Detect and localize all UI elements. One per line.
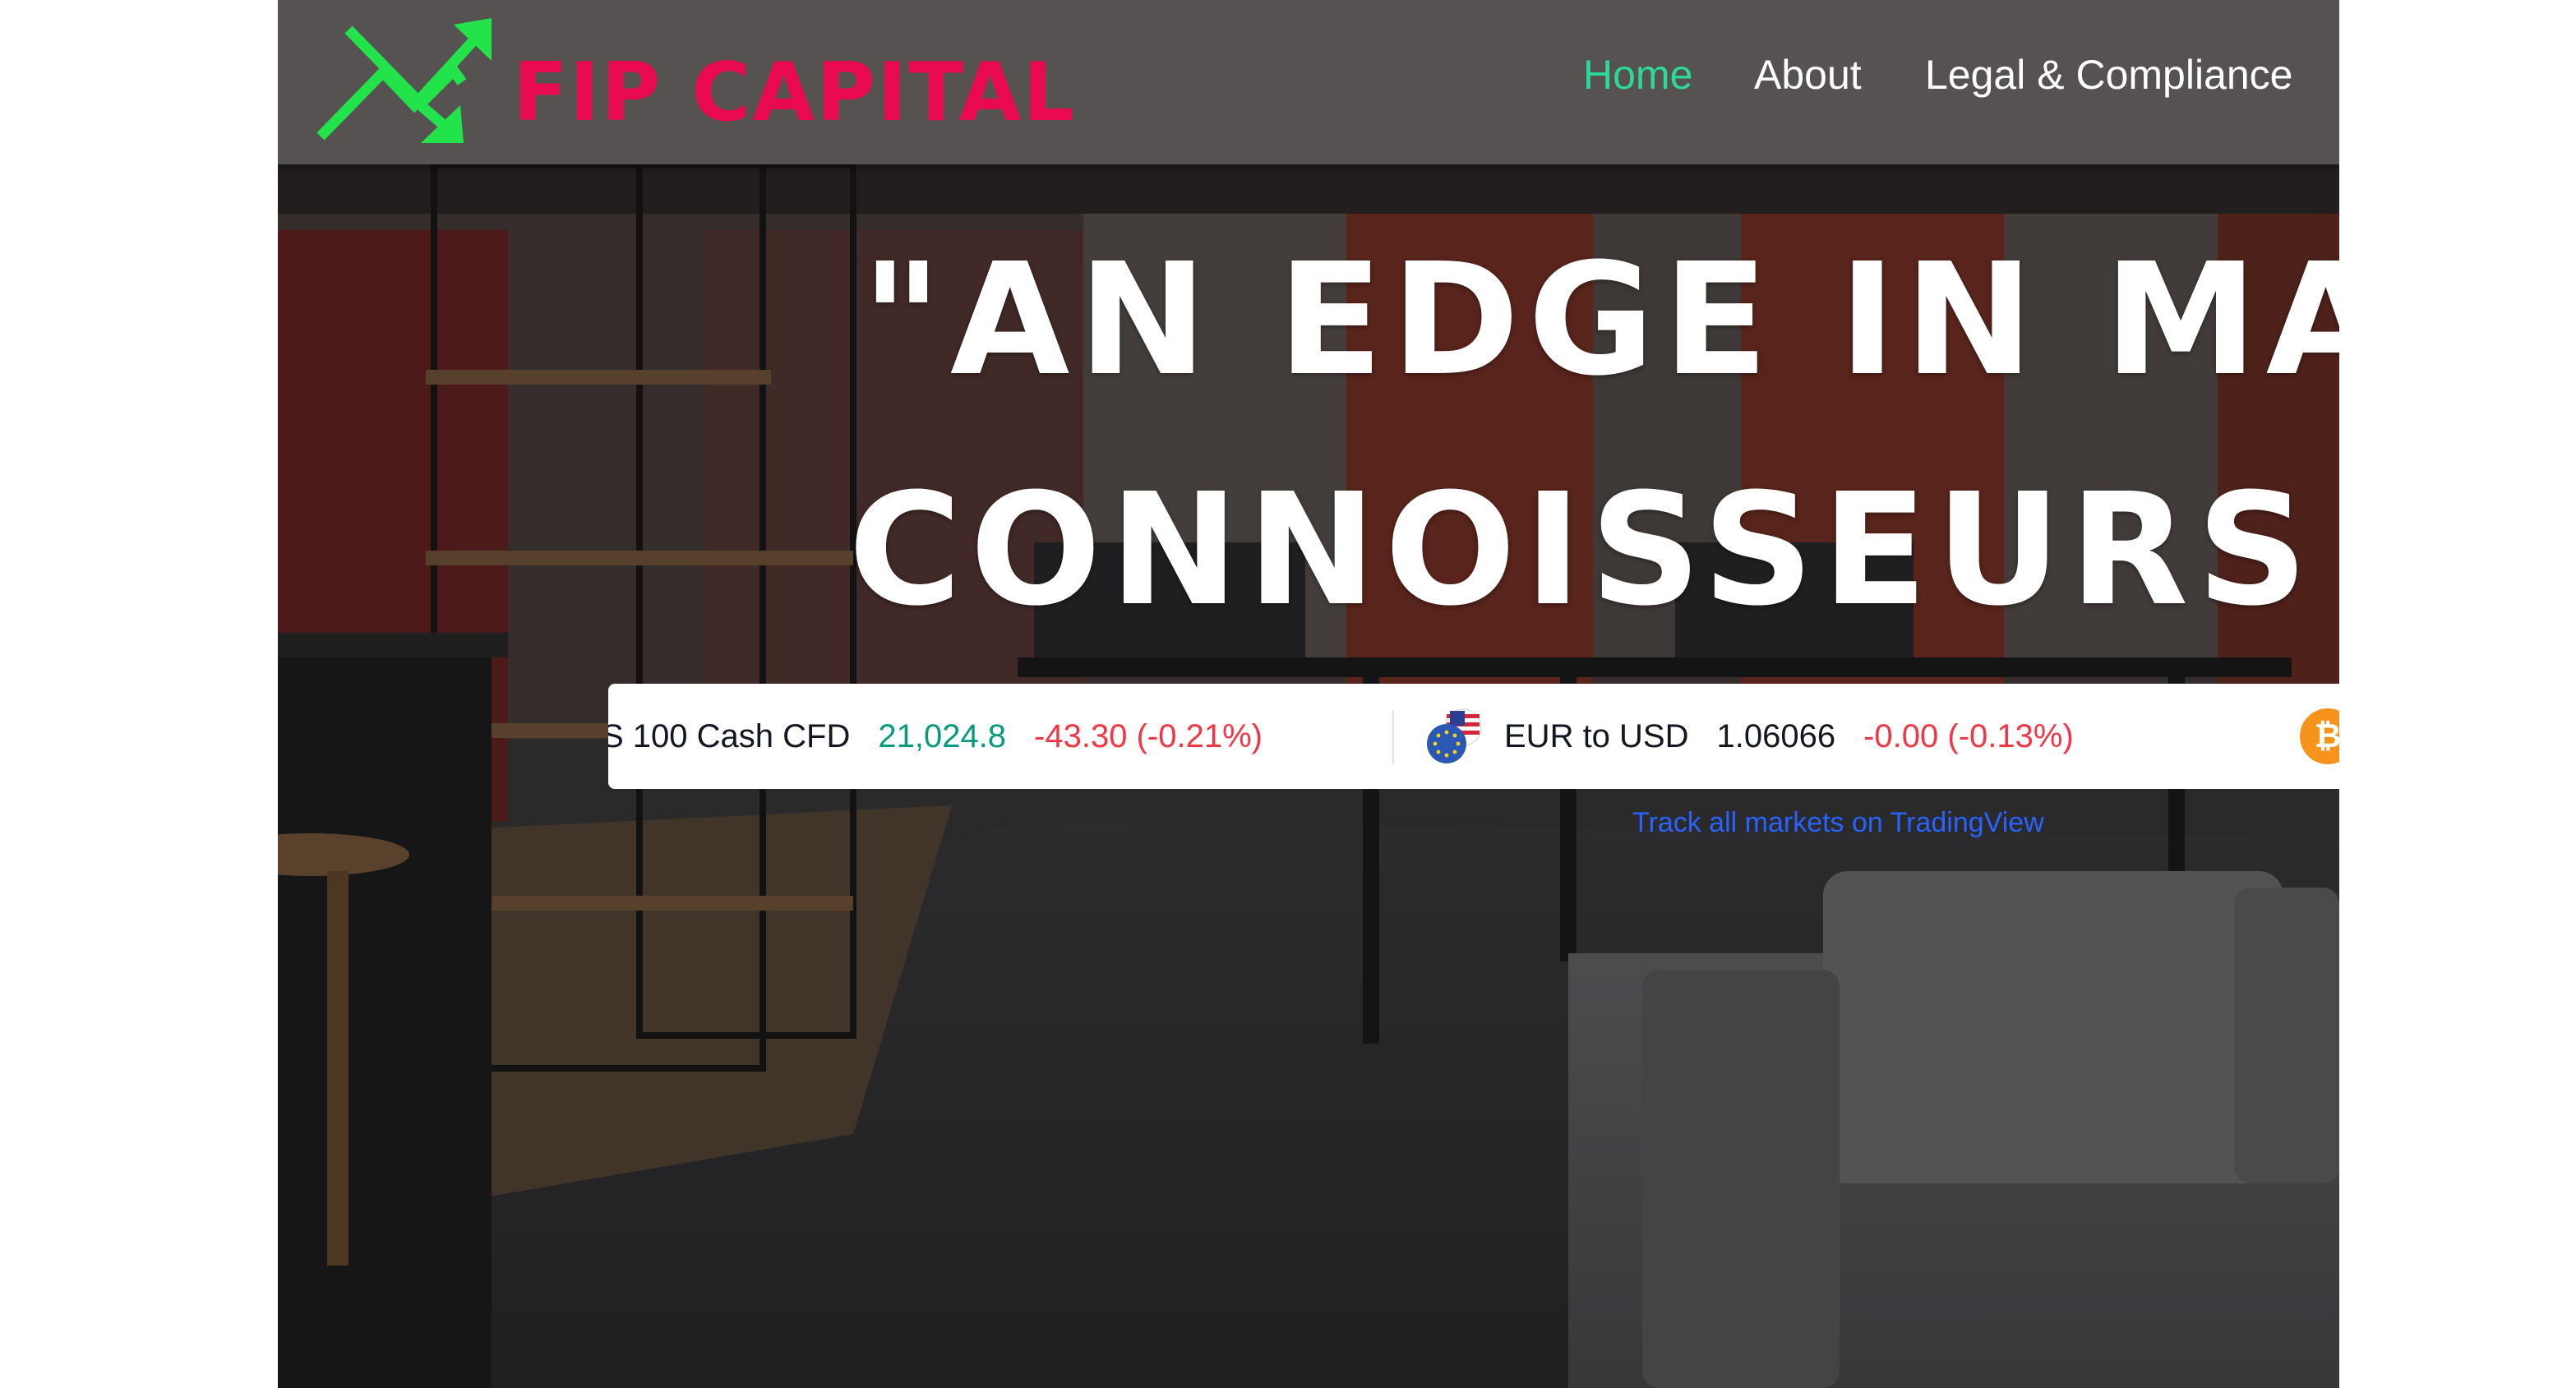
tradingview-track-link[interactable]: Track all markets on TradingView — [1632, 807, 2044, 839]
ticker-tape-widget: S 100 Cash CFD 21,024.8 -43.30 (-0.21%) — [608, 684, 2339, 789]
nav-about[interactable]: About — [1754, 51, 1862, 99]
ticker-change: -43.30 (-0.21%) — [1034, 717, 1263, 754]
ticker-item[interactable]: EUR to USD 1.06066 -0.00 (-0.13%) — [1425, 684, 2074, 789]
hero-section: "AN EDGE IN MA CONNOISSEURS S 100 Cash C… — [278, 164, 2339, 1388]
ticker-price: 1.06066 — [1716, 717, 1836, 754]
bitcoin-icon[interactable]: ₿ — [2300, 708, 2339, 764]
ticker-change: -0.00 (-0.13%) — [1863, 717, 2074, 754]
main-nav: Home About Legal & Compliance — [278, 0, 2339, 164]
ticker-price: 21,024.8 — [878, 717, 1007, 754]
hero-headline-line-2: CONNOISSEURS — [848, 460, 2316, 640]
site-header: FIP CAPITAL Home About Legal & Complianc… — [278, 0, 2339, 164]
nav-legal-compliance[interactable]: Legal & Compliance — [1925, 51, 2293, 99]
hero-headline-line-1: "AN EDGE IN MA — [861, 230, 2339, 410]
nav-home[interactable]: Home — [1583, 51, 1692, 99]
browser-viewport: FIP CAPITAL Home About Legal & Complianc… — [278, 0, 2339, 1388]
ticker-divider — [1392, 710, 1394, 764]
eur-usd-flag-icon — [1427, 708, 1482, 763]
ticker-item[interactable]: S 100 Cash CFD 21,024.8 -43.30 (-0.21%) — [608, 684, 1263, 789]
ticker-symbol: S 100 Cash CFD — [608, 717, 851, 754]
hero-headline: "AN EDGE IN MA CONNOISSEURS — [848, 205, 2339, 666]
ticker-symbol: EUR to USD — [1504, 717, 1689, 754]
